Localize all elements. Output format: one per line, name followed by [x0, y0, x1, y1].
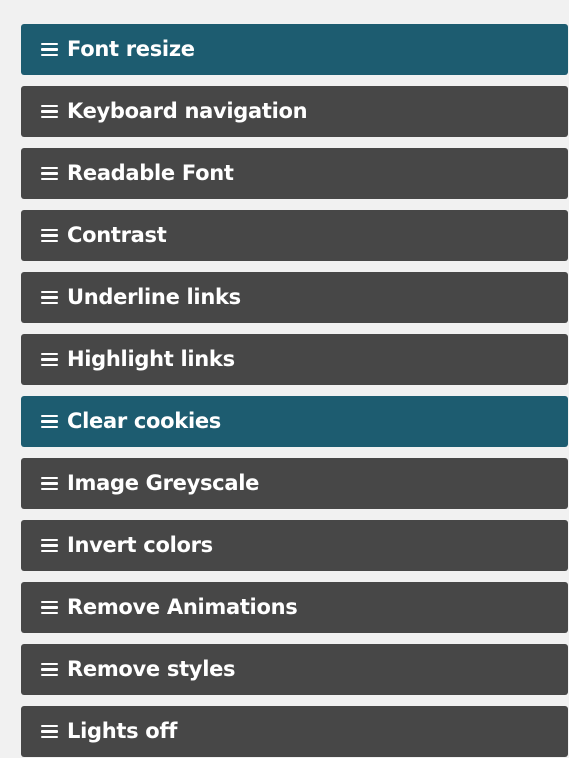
menu-item-invert-colors[interactable]: Invert colors — [21, 520, 568, 571]
hamburger-icon — [41, 228, 58, 243]
hamburger-icon — [41, 662, 58, 677]
menu-item-keyboard-navigation[interactable]: Keyboard navigation — [21, 86, 568, 137]
menu-item-label: Readable Font — [67, 161, 234, 185]
menu-item-label: Clear cookies — [67, 409, 222, 433]
accessibility-menu: Font resize Keyboard navigation Readable… — [21, 24, 568, 757]
menu-item-image-greyscale[interactable]: Image Greyscale — [21, 458, 568, 509]
menu-item-lights-off[interactable]: Lights off — [21, 706, 568, 757]
menu-item-contrast[interactable]: Contrast — [21, 210, 568, 261]
hamburger-icon — [41, 724, 58, 739]
menu-item-label: Contrast — [67, 223, 167, 247]
menu-item-readable-font[interactable]: Readable Font — [21, 148, 568, 199]
accessibility-panel: Font resize Keyboard navigation Readable… — [9, 8, 569, 758]
menu-item-label: Keyboard navigation — [67, 99, 308, 123]
hamburger-icon — [41, 42, 58, 57]
menu-item-label: Lights off — [67, 719, 178, 743]
menu-item-label: Remove Animations — [67, 595, 298, 619]
menu-item-label: Image Greyscale — [67, 471, 260, 495]
menu-item-label: Remove styles — [67, 657, 236, 681]
hamburger-icon — [41, 600, 58, 615]
hamburger-icon — [41, 476, 58, 491]
menu-item-label: Highlight links — [67, 347, 235, 371]
hamburger-icon — [41, 414, 58, 429]
hamburger-icon — [41, 166, 58, 181]
menu-item-remove-animations[interactable]: Remove Animations — [21, 582, 568, 633]
menu-item-font-resize[interactable]: Font resize — [21, 24, 568, 75]
hamburger-icon — [41, 538, 58, 553]
hamburger-icon — [41, 290, 58, 305]
hamburger-icon — [41, 104, 58, 119]
menu-item-underline-links[interactable]: Underline links — [21, 272, 568, 323]
menu-item-label: Invert colors — [67, 533, 213, 557]
menu-item-label: Font resize — [67, 37, 195, 61]
menu-item-label: Underline links — [67, 285, 241, 309]
menu-item-remove-styles[interactable]: Remove styles — [21, 644, 568, 695]
menu-item-highlight-links[interactable]: Highlight links — [21, 334, 568, 385]
hamburger-icon — [41, 352, 58, 367]
menu-item-clear-cookies[interactable]: Clear cookies — [21, 396, 568, 447]
